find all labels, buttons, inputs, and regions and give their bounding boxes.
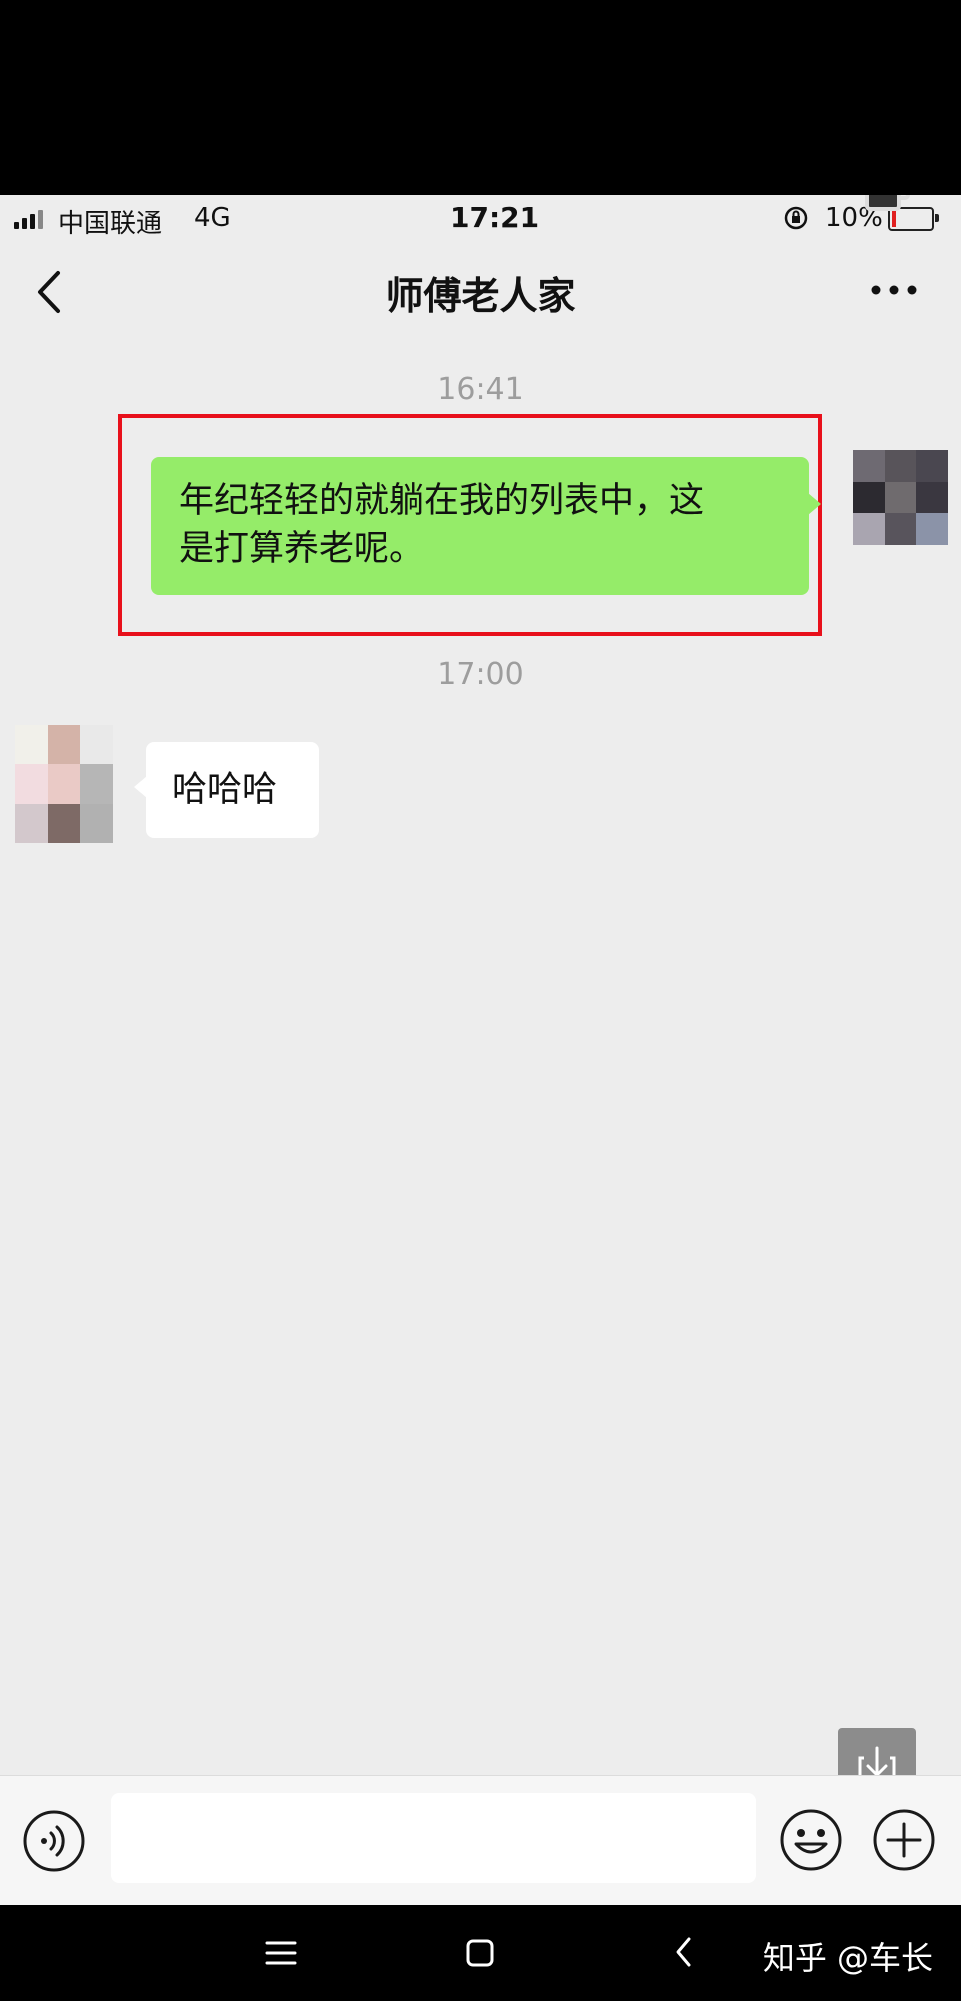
rotation-lock-icon bbox=[783, 205, 809, 238]
signal-icon bbox=[14, 209, 43, 229]
message-timestamp: 17:00 bbox=[437, 657, 524, 692]
outgoing-message-bubble[interactable]: 年纪轻轻的就躺在我的列表中，这 是打算养老呢。 bbox=[151, 457, 821, 595]
my-avatar[interactable] bbox=[853, 450, 948, 545]
plus-icon bbox=[873, 1809, 935, 1871]
emoji-icon bbox=[780, 1809, 842, 1871]
emoji-button[interactable] bbox=[779, 1808, 843, 1876]
network-type: 4G bbox=[194, 203, 231, 233]
more-dots-icon bbox=[871, 285, 917, 295]
contact-avatar[interactable] bbox=[15, 725, 113, 843]
chat-screen: 中国联通 4G 17:21 10% 师傅老人家 16:41 年纪轻轻的就躺在我的… bbox=[0, 195, 961, 1905]
status-bar: 中国联通 4G 17:21 10% bbox=[0, 195, 961, 243]
back-icon bbox=[676, 1937, 691, 1967]
message-timestamp: 16:41 bbox=[437, 372, 524, 407]
more-button[interactable] bbox=[868, 275, 920, 305]
voice-button[interactable] bbox=[22, 1809, 86, 1877]
home-button[interactable] bbox=[464, 1937, 496, 1973]
message-text-line: 年纪轻轻的就躺在我的列表中，这 bbox=[179, 481, 705, 521]
message-text-line: 是打算养老呢。 bbox=[179, 529, 425, 569]
message-input[interactable] bbox=[111, 1793, 756, 1883]
system-back-button[interactable] bbox=[672, 1935, 696, 1973]
multi-window-icon[interactable] bbox=[864, 195, 912, 222]
menu-button[interactable] bbox=[264, 1939, 298, 1971]
plus-button[interactable] bbox=[872, 1808, 936, 1876]
menu-icon bbox=[265, 1941, 297, 1965]
input-bar bbox=[0, 1775, 961, 1905]
message-text: 哈哈哈 bbox=[172, 770, 278, 810]
watermark: 知乎 @车长 bbox=[762, 1939, 933, 1977]
status-time: 17:21 bbox=[450, 201, 540, 234]
voice-icon bbox=[23, 1810, 85, 1872]
home-icon bbox=[466, 1939, 494, 1967]
android-nav-bar: 知乎 @车长 bbox=[0, 1905, 961, 2001]
carrier-label: 中国联通 bbox=[58, 209, 163, 239]
incoming-message-bubble[interactable]: 哈哈哈 bbox=[134, 742, 319, 838]
chat-title: 师傅老人家 bbox=[385, 274, 576, 318]
